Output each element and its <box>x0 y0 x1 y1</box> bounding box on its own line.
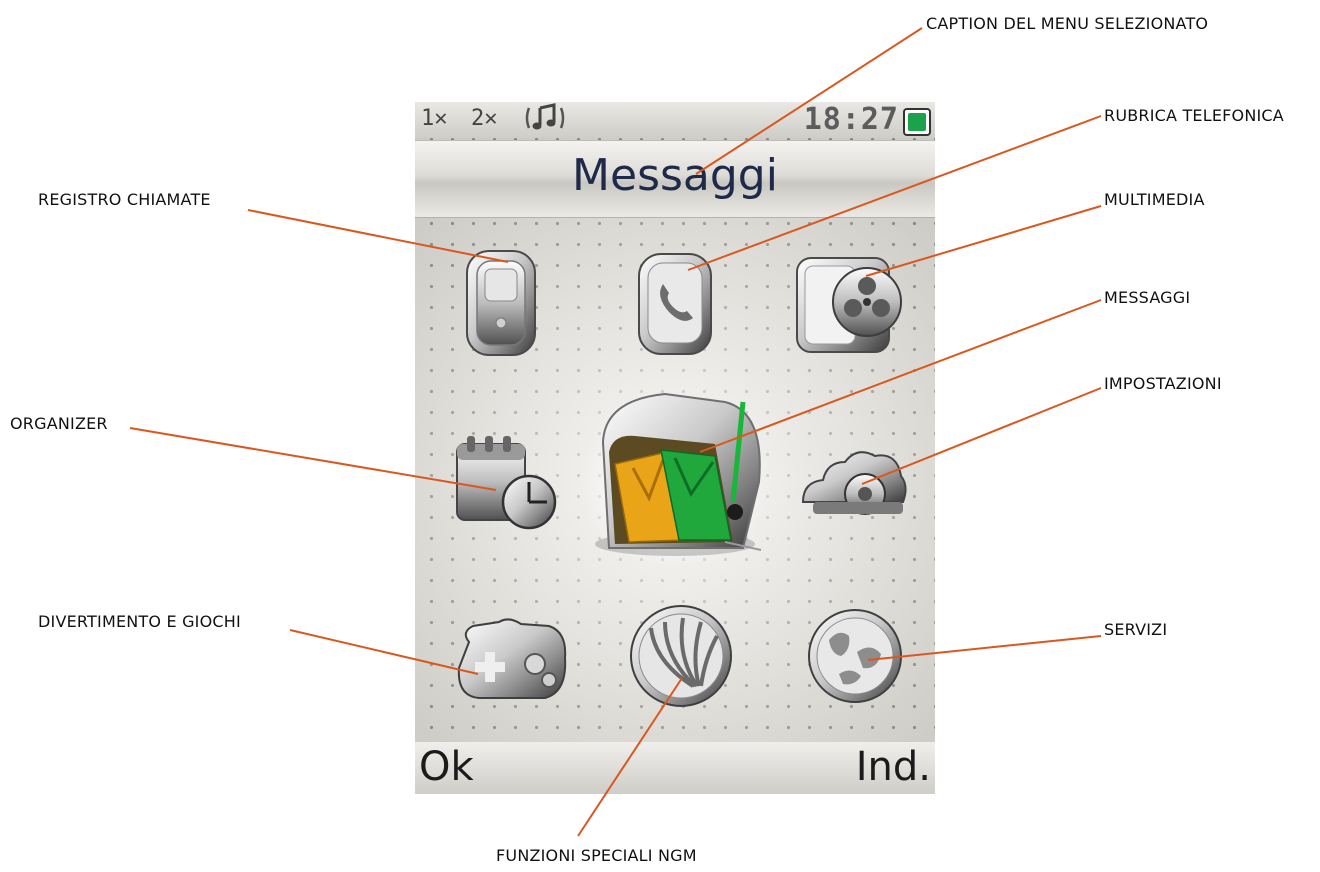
callout-messaggi: MESSAGGI <box>1104 288 1191 307</box>
callout-organizer: ORGANIZER <box>10 414 108 433</box>
callout-divertimento-e-giochi: DIVERTIMENTO E GIOCHI <box>38 612 241 631</box>
sim1-no-signal-indicator: 1✕ <box>421 106 448 131</box>
status-bar: 1✕ 2✕ 18:27 <box>415 102 935 138</box>
menu-caption: Messaggi <box>572 150 778 201</box>
mailbox-icon[interactable] <box>575 372 775 576</box>
sim2-no-signal-indicator: 2✕ <box>471 106 498 131</box>
battery-icon <box>903 108 931 136</box>
shell-icon[interactable] <box>625 602 737 714</box>
phone-device-icon[interactable] <box>463 247 539 363</box>
callout-caption-del-menu: CAPTION DEL MENU SELEZIONATO <box>926 14 1209 33</box>
callout-rubrica-telefonica: RUBRICA TELEFONICA <box>1104 106 1284 125</box>
phone-screen: 1✕ 2✕ 18:27 Messaggi Ok Ind. <box>415 102 935 794</box>
film-reel-icon[interactable] <box>793 252 905 362</box>
music-note-icon <box>523 102 567 140</box>
clock-time: 18:27 <box>803 102 899 137</box>
right-softkey-back[interactable]: Ind. <box>856 744 931 790</box>
left-softkey-ok[interactable]: Ok <box>419 744 474 790</box>
callout-registro-chiamate: REGISTRO CHIAMATE <box>38 190 211 209</box>
gear-icon[interactable] <box>793 442 909 532</box>
handset-icon[interactable] <box>635 250 715 364</box>
callout-funzioni-speciali-ngm: FUNZIONI SPECIALI NGM <box>496 846 697 865</box>
callout-multimedia: MULTIMEDIA <box>1104 190 1205 209</box>
calendar-clock-icon[interactable] <box>451 432 561 536</box>
gamepad-icon[interactable] <box>451 614 573 710</box>
globe-icon[interactable] <box>805 606 905 710</box>
battery-level-fill <box>908 113 926 131</box>
callout-impostazioni: IMPOSTAZIONI <box>1104 374 1222 393</box>
callout-servizi: SERVIZI <box>1104 620 1168 639</box>
